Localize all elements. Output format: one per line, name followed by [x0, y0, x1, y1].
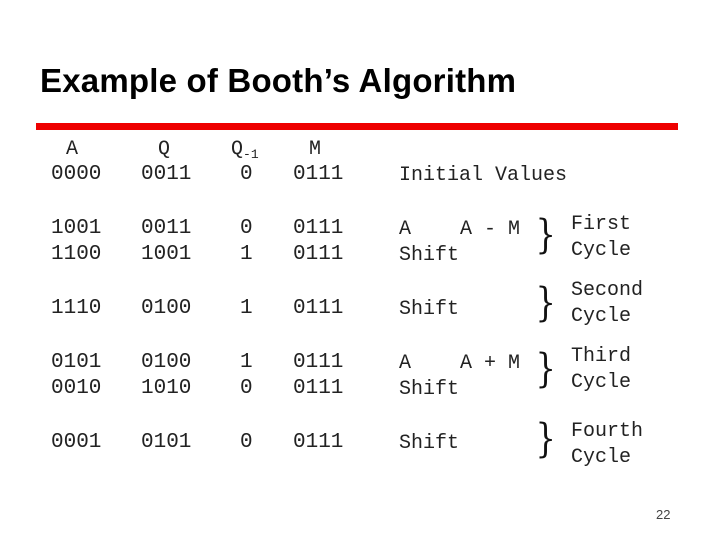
- cell-q-minus-1: 0: [240, 431, 253, 454]
- op-shift: Shift: [399, 298, 460, 321]
- cycle-label-line1: Fourth: [571, 420, 644, 443]
- brace-icon: }: [535, 212, 556, 258]
- cell-q: 0011: [141, 217, 192, 240]
- header-m: M: [309, 138, 322, 161]
- op-add-rhs: A + M: [460, 352, 521, 375]
- cycle-label-line2: Cycle: [571, 371, 632, 394]
- header-q-minus-1-base: Q: [231, 138, 244, 161]
- cell-q-minus-1: 1: [240, 297, 253, 320]
- header-q-minus-1-subscript: -1: [243, 147, 259, 162]
- cell-q-minus-1: 0: [240, 163, 253, 186]
- cycle-label-first: First Cycle: [571, 212, 631, 264]
- brace-icon: }: [535, 280, 556, 326]
- cell-q-minus-1: 0: [240, 377, 253, 400]
- cell-a: 1110: [51, 297, 102, 320]
- cell-q-minus-1: 0: [240, 217, 253, 240]
- header-q-minus-1: Q-1: [231, 138, 259, 162]
- cell-q: 0011: [141, 163, 192, 186]
- cell-m: 0111: [293, 377, 344, 400]
- cell-a: 0001: [51, 431, 102, 454]
- cell-q-minus-1: 1: [240, 351, 253, 374]
- brace-icon: }: [535, 346, 556, 392]
- cell-a: 0101: [51, 351, 102, 374]
- cycle-label-line1: Second: [571, 279, 644, 302]
- cell-a: 1001: [51, 217, 102, 240]
- cycle-label-line1: Third: [571, 345, 632, 368]
- cycle-label-line2: Cycle: [571, 305, 632, 328]
- cell-q: 0101: [141, 431, 192, 454]
- cell-a: 0010: [51, 377, 102, 400]
- cycle-label-line1: First: [571, 213, 632, 236]
- cell-m: 0111: [293, 163, 344, 186]
- op-subtract-lhs: A: [399, 218, 412, 241]
- title-divider: [36, 123, 678, 130]
- slide-title: Example of Booth’s Algorithm: [40, 62, 517, 99]
- cycle-label-line2: Cycle: [571, 239, 632, 262]
- brace-icon: }: [535, 416, 556, 462]
- header-q: Q: [158, 138, 171, 161]
- cell-q: 1001: [141, 243, 192, 266]
- op-shift: Shift: [399, 244, 460, 267]
- cell-a: 0000: [51, 163, 102, 186]
- op-subtract-rhs: A - M: [460, 218, 521, 241]
- cell-m: 0111: [293, 217, 344, 240]
- page-number: 22: [656, 507, 671, 522]
- cycle-label-line2: Cycle: [571, 446, 632, 469]
- op-shift: Shift: [399, 378, 460, 401]
- cycle-label-fourth: Fourth Cycle: [571, 419, 643, 471]
- cycle-label-third: Third Cycle: [571, 344, 631, 396]
- cell-q: 1010: [141, 377, 192, 400]
- op-add-lhs: A: [399, 352, 412, 375]
- cell-m: 0111: [293, 243, 344, 266]
- cycle-label-second: Second Cycle: [571, 278, 643, 330]
- cell-q-minus-1: 1: [240, 243, 253, 266]
- op-shift: Shift: [399, 432, 460, 455]
- cell-m: 0111: [293, 431, 344, 454]
- header-a: A: [66, 138, 79, 161]
- cell-a: 1100: [51, 243, 102, 266]
- cell-m: 0111: [293, 297, 344, 320]
- cell-q: 0100: [141, 297, 192, 320]
- op-initial-values: Initial Values: [399, 164, 568, 187]
- cell-m: 0111: [293, 351, 344, 374]
- cell-q: 0100: [141, 351, 192, 374]
